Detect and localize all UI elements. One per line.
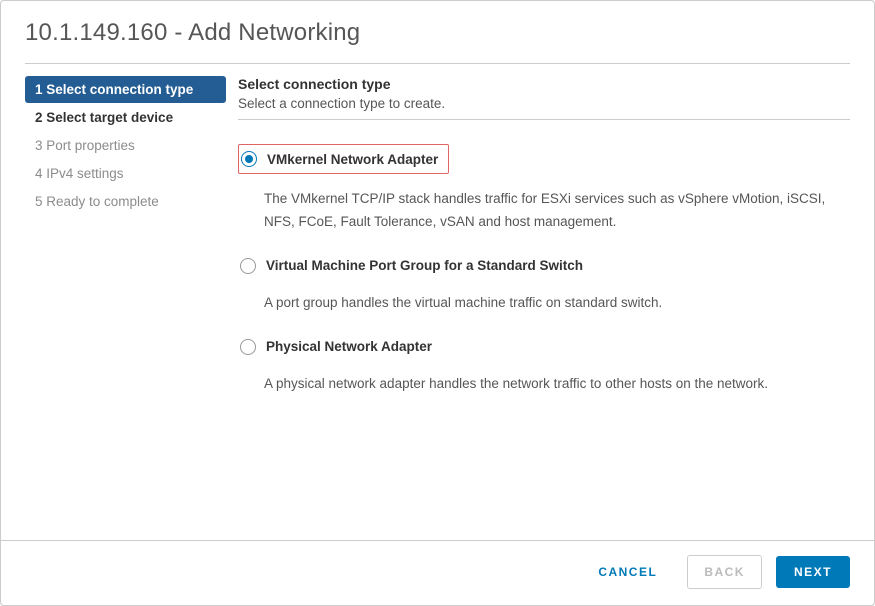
option-vmkernel-adapter: VMkernel Network Adapter The VMkernel TC… [238, 144, 850, 234]
dialog-body: 1 Select connection type 2 Select target… [1, 64, 874, 540]
option-label: Physical Network Adapter [266, 339, 432, 354]
content-title: Select connection type [238, 76, 850, 92]
option-row-physical[interactable]: Physical Network Adapter [238, 335, 850, 359]
option-vm-port-group: Virtual Machine Port Group for a Standar… [238, 254, 850, 315]
dialog-header: 10.1.149.160 - Add Networking [1, 1, 874, 57]
step-port-properties: 3 Port properties [25, 132, 226, 159]
cancel-button[interactable]: CANCEL [582, 556, 673, 588]
wizard-content: Select connection type Select a connecti… [226, 76, 874, 540]
content-subtitle: Select a connection type to create. [238, 96, 850, 111]
option-desc: The VMkernel TCP/IP stack handles traffi… [264, 188, 850, 234]
option-row-portgroup[interactable]: Virtual Machine Port Group for a Standar… [238, 254, 850, 278]
next-button[interactable]: NEXT [776, 556, 850, 588]
option-label: Virtual Machine Port Group for a Standar… [266, 258, 583, 273]
option-desc: A physical network adapter handles the n… [264, 373, 850, 396]
option-physical-adapter: Physical Network Adapter A physical netw… [238, 335, 850, 396]
radio-icon[interactable] [241, 151, 257, 167]
step-select-connection-type[interactable]: 1 Select connection type [25, 76, 226, 103]
radio-icon[interactable] [240, 339, 256, 355]
step-ipv4-settings: 4 IPv4 settings [25, 160, 226, 187]
step-ready-to-complete: 5 Ready to complete [25, 188, 226, 215]
add-networking-dialog: 10.1.149.160 - Add Networking 1 Select c… [0, 0, 875, 606]
back-button: BACK [687, 555, 762, 589]
option-row-vmkernel[interactable]: VMkernel Network Adapter [238, 144, 449, 174]
wizard-sidebar: 1 Select connection type 2 Select target… [1, 76, 226, 540]
option-label: VMkernel Network Adapter [267, 152, 438, 167]
step-select-target-device[interactable]: 2 Select target device [25, 104, 226, 131]
dialog-footer: CANCEL BACK NEXT [1, 540, 874, 605]
content-divider [238, 119, 850, 120]
radio-icon[interactable] [240, 258, 256, 274]
dialog-title: 10.1.149.160 - Add Networking [25, 19, 850, 47]
option-desc: A port group handles the virtual machine… [264, 292, 850, 315]
